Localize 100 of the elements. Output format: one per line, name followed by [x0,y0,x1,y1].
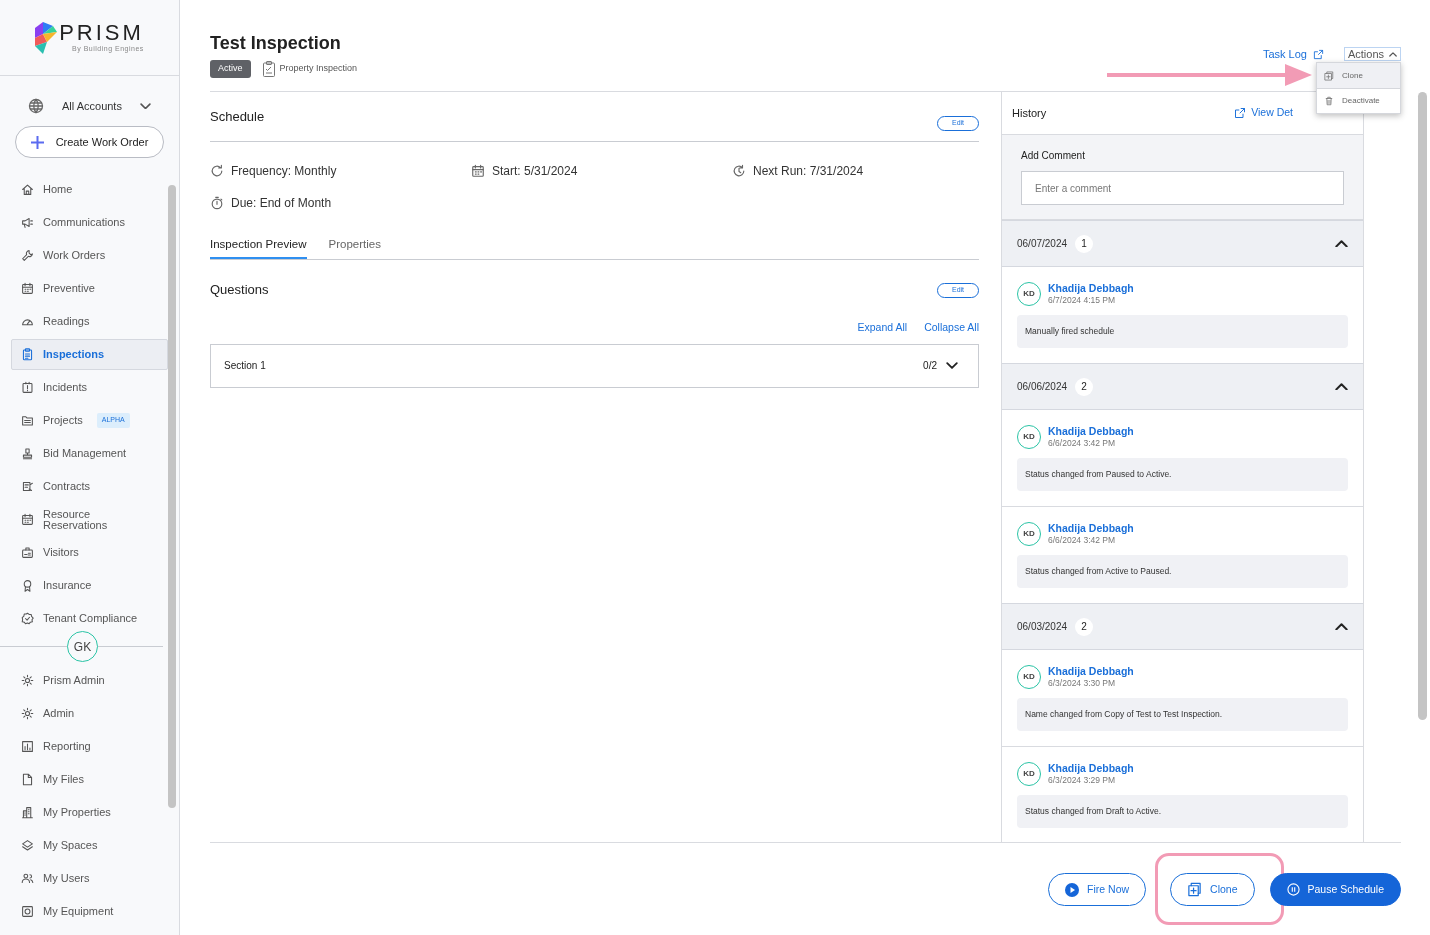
entry-time: 6/3/2024 3:29 PM [1048,775,1117,786]
history-message: Manually fired schedule [1017,315,1348,348]
chevron-down-icon [140,102,151,110]
nav-item[interactable]: Work Orders [11,240,168,271]
inspection-type: Property Inspection [279,62,358,75]
nav-item[interactable]: Visitors [11,537,168,568]
calendar-icon [471,164,485,178]
nav-item[interactable]: Insurance [11,570,168,601]
nav-item[interactable]: Inspections [11,339,168,370]
nav-item[interactable]: Prism Admin [11,665,168,696]
nav-item[interactable]: Readings [11,306,168,337]
megaphone-icon [21,216,34,229]
outline-button[interactable]: Clone [1170,873,1255,906]
globe-icon [28,98,44,114]
chevron-up-icon [1335,622,1348,631]
expand-all-link[interactable]: Expand All [857,319,908,336]
chevron-up-icon [1335,239,1348,248]
tab[interactable]: Inspection Preview [210,236,307,260]
external-icon [1312,48,1324,60]
author-link[interactable]: Khadija Debbagh [1048,522,1134,535]
users-icon [21,872,34,885]
nav-item[interactable]: Tenant Compliance [11,603,168,634]
nav-item[interactable]: Bid Management [11,438,168,469]
tab[interactable]: Properties [328,236,381,260]
clone-icon [1187,882,1203,897]
account-selector[interactable]: All Accounts [28,97,151,115]
actions-dropdown[interactable]: Actions [1343,47,1401,62]
contract-icon [21,480,34,493]
file-icon [21,773,34,786]
clipboard-icon [262,60,275,77]
nav-item[interactable]: Contracts [11,471,168,502]
count-badge: 2 [1075,617,1094,636]
check-icon [21,612,34,625]
menu-item[interactable]: Deactivate [1317,88,1400,113]
home-icon [21,183,34,196]
create-work-order-button[interactable]: Create Work Order [15,126,164,158]
wrench-icon [21,249,34,262]
nav-item[interactable]: My Equipment [11,896,168,927]
nav-item[interactable]: Communications [11,207,168,238]
task-log-link[interactable]: Task Log [1262,46,1324,63]
author-link[interactable]: Khadija Debbagh [1048,282,1134,295]
nav-item[interactable]: My Properties [11,797,168,828]
nav-item[interactable]: Admin [11,698,168,729]
nav-item[interactable]: Preventive [11,273,168,304]
nav-item[interactable]: My Users [11,863,168,894]
schedule-field: Next Run: 7/31/2024 [753,162,864,180]
entry-time: 6/6/2024 3:42 PM [1048,535,1117,546]
status-tag: Active [210,60,251,78]
stamp-icon [21,447,34,460]
author-link[interactable]: Khadija Debbagh [1048,665,1134,678]
logo-wordmark: PRISM [59,22,144,44]
history-message: Status changed from Paused to Active. [1017,458,1348,491]
date-group-header[interactable]: 06/06/2024 2 [1002,363,1363,410]
chevron-up-icon [1335,382,1348,391]
author-link[interactable]: Khadija Debbagh [1048,425,1134,438]
author-link[interactable]: Khadija Debbagh [1048,762,1134,775]
date-group-header[interactable]: 06/03/2024 2 [1002,603,1363,650]
history-title: History [1012,105,1047,121]
section-progress: 0/2 [923,359,937,373]
logo-icon [35,21,58,54]
add-comment-label: Add Comment [1021,149,1086,163]
alert-icon [21,381,34,394]
clone-icon [1324,70,1334,81]
folder-icon [21,414,34,427]
section-row[interactable]: Section 1 0/2 [210,343,979,388]
schedule-field: Start: 5/31/2024 [492,162,578,180]
entry-time: 6/6/2024 3:42 PM [1048,438,1117,449]
page-title: Test Inspection [210,32,342,54]
nav-item[interactable]: Incidents [11,372,168,403]
nav-item[interactable]: Reporting [11,731,168,762]
collapse-all-link[interactable]: Collapse All [924,319,979,336]
chevron-up-icon [1389,51,1397,57]
section-name: Section 1 [224,359,266,373]
comment-field[interactable]: Enter a comment [1021,171,1344,205]
ribbon-icon [21,579,34,592]
primary-button[interactable]: Pause Schedule [1269,873,1401,906]
date-group-header[interactable]: 06/07/2024 1 [1002,220,1363,267]
chevron-down-icon [946,361,958,370]
user-avatar[interactable]: GK [67,631,98,662]
menu-item[interactable]: Clone [1317,63,1400,88]
history-message: Status changed from Active to Paused. [1017,555,1348,588]
nav-item[interactable]: My Files [11,764,168,795]
history-message: Name changed from Copy of Test to Test Inspection. [1017,698,1348,731]
plus-icon [30,135,44,149]
entry-time: 6/3/2024 3:30 PM [1048,678,1117,689]
chart-icon [21,740,34,753]
nav-item[interactable]: Home [11,174,168,205]
history-message: Status changed from Draft to Active. [1017,795,1348,828]
nav-item[interactable]: Resource Reservations [11,504,168,535]
badge-icon [21,546,34,559]
section-title: Questions [210,281,269,300]
nav-item[interactable]: My Spaces [11,830,168,861]
clock-icon [732,164,746,178]
count-badge: 2 [1075,377,1094,396]
pause-icon [1286,883,1300,896]
outline-button[interactable]: Fire Now [1048,873,1147,906]
section-title: Schedule [210,107,265,126]
trash-icon [1324,96,1334,106]
detailed-history-link[interactable]: View Det [1234,105,1293,121]
schedule-field: Due: End of Month [231,194,332,212]
